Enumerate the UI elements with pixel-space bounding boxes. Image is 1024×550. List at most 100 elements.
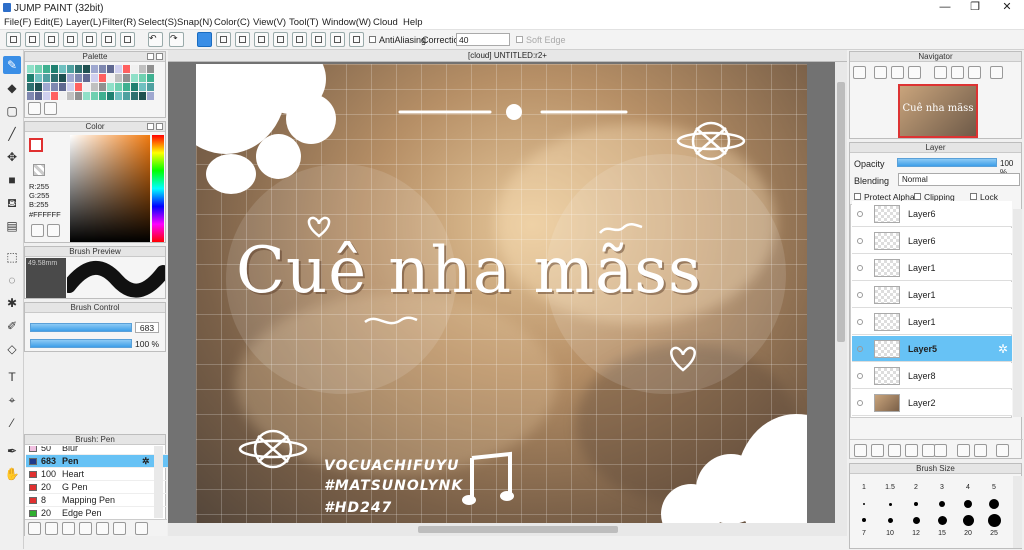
undo-icon[interactable]: ↶: [148, 32, 163, 47]
palette-swatch[interactable]: [99, 65, 106, 73]
palette-swatch[interactable]: [107, 92, 114, 100]
menu-snap[interactable]: Snap(N): [177, 17, 212, 28]
menu-layer[interactable]: Layer(L): [66, 17, 101, 28]
palette-swatch[interactable]: [67, 92, 74, 100]
brush-add-icon[interactable]: [28, 522, 41, 535]
zoom-actual-icon[interactable]: [908, 66, 921, 79]
brush-size-dot[interactable]: [937, 515, 947, 525]
palette-swatch[interactable]: [123, 74, 130, 82]
new-layer-copy-icon[interactable]: [871, 444, 884, 457]
palette-swatch[interactable]: [107, 83, 114, 91]
color-wheel-icon[interactable]: [31, 224, 44, 237]
maximize-button[interactable]: ❐: [960, 1, 990, 15]
layer-row[interactable]: Layer8: [852, 363, 1012, 389]
layer-row[interactable]: Layer6: [852, 201, 1012, 227]
brush-size-dot[interactable]: [887, 517, 893, 523]
antialias-checkbox[interactable]: [369, 36, 376, 43]
palette-swatch[interactable]: [115, 83, 122, 91]
gear-icon[interactable]: ✲: [142, 455, 150, 468]
palette-swatch[interactable]: [27, 83, 34, 91]
flip-icon[interactable]: [990, 66, 1003, 79]
visibility-icon[interactable]: [857, 265, 863, 271]
palette-swatch[interactable]: [83, 83, 90, 91]
foreground-color-swatch[interactable]: [29, 138, 43, 152]
lasso-tool-icon[interactable]: ◌: [3, 271, 21, 289]
operation-tool-icon[interactable]: ⌖: [3, 391, 21, 409]
layer-delete-icon[interactable]: [996, 444, 1009, 457]
panel-close-icon[interactable]: [156, 123, 163, 130]
palette-swatch[interactable]: [59, 83, 66, 91]
layer-duplicate-icon[interactable]: [957, 444, 970, 457]
color-hue-slider[interactable]: [152, 135, 164, 242]
palette-swatch[interactable]: [115, 92, 122, 100]
brush-size-dot[interactable]: [964, 500, 972, 508]
save-icon[interactable]: [82, 32, 97, 47]
layer-mask-icon[interactable]: [905, 444, 918, 457]
palette-swatch[interactable]: [27, 65, 34, 73]
palette-swatch[interactable]: [83, 92, 90, 100]
palette-swatch[interactable]: [131, 65, 138, 73]
brush-grid-icon[interactable]: [45, 522, 58, 535]
palette-swatch[interactable]: [67, 65, 74, 73]
palette-swatch[interactable]: [51, 74, 58, 82]
palette-swatch[interactable]: [147, 65, 154, 73]
panel-close-icon[interactable]: [156, 53, 163, 60]
menu-edit[interactable]: Edit(E): [34, 17, 63, 28]
new-swatch-icon[interactable]: [28, 102, 41, 115]
line-tool-icon[interactable]: ╱: [3, 125, 21, 143]
canvas-vertical-scrollbar[interactable]: [835, 62, 847, 523]
minimize-button[interactable]: —: [930, 1, 960, 15]
rect-tool-icon[interactable]: ▢: [3, 102, 21, 120]
brush-size-dot[interactable]: [962, 514, 974, 526]
layer-opacity-slider[interactable]: [897, 158, 997, 167]
visibility-icon[interactable]: [857, 211, 863, 217]
soft-edge-checkbox[interactable]: [516, 36, 523, 43]
brush-size-dot[interactable]: [862, 518, 866, 522]
scroll-thumb[interactable]: [418, 526, 618, 533]
dropper-tool-icon[interactable]: ⁄: [3, 414, 21, 432]
palette-swatch[interactable]: [139, 92, 146, 100]
palette-swatch[interactable]: [59, 65, 66, 73]
palette-swatch[interactable]: [43, 92, 50, 100]
blending-select[interactable]: Normal: [898, 173, 1020, 186]
zoom-out-icon[interactable]: [853, 66, 866, 79]
palette-swatch[interactable]: [147, 74, 154, 82]
palette-swatch[interactable]: [131, 74, 138, 82]
eraser-tool-icon[interactable]: ◆: [3, 79, 21, 97]
brush-size-dot[interactable]: [989, 499, 999, 509]
palette-swatch[interactable]: [91, 92, 98, 100]
brush-size-dot[interactable]: [914, 502, 918, 506]
palette-swatch[interactable]: [139, 83, 146, 91]
menu-file[interactable]: File(F): [4, 17, 31, 28]
layer-row[interactable]: Layer2: [852, 390, 1012, 416]
brush-list-scrollbar[interactable]: [154, 446, 163, 518]
select-rect-tool-icon[interactable]: ⬚: [3, 248, 21, 266]
palette-swatch[interactable]: [115, 65, 122, 73]
menu-cloud[interactable]: Cloud: [373, 17, 398, 28]
visibility-icon[interactable]: [857, 400, 863, 406]
palette-swatch[interactable]: [67, 74, 74, 82]
brush-size-scrollbar[interactable]: [1013, 476, 1022, 548]
snap-ellipse-icon[interactable]: [330, 32, 345, 47]
snap-off-icon[interactable]: [197, 32, 212, 47]
palette-swatch[interactable]: [147, 83, 154, 91]
palette-swatch[interactable]: [91, 83, 98, 91]
panel-float-icon[interactable]: [147, 53, 154, 60]
palette-swatch[interactable]: [99, 83, 106, 91]
menu-select[interactable]: Select(S): [138, 17, 177, 28]
artwork-canvas[interactable]: Cuê nha mãss VOCUACHIFUYU #MATSUNOLYNK #…: [196, 64, 807, 523]
menu-tool[interactable]: Tool(T): [289, 17, 319, 28]
bucket-tool-icon[interactable]: ⛾: [3, 194, 21, 212]
palette-swatch[interactable]: [51, 65, 58, 73]
palette-swatch[interactable]: [131, 83, 138, 91]
protect-alpha-checkbox[interactable]: [854, 193, 861, 200]
close-button[interactable]: ✕: [992, 1, 1022, 15]
brush-opacity-slider[interactable]: [30, 339, 132, 348]
visibility-icon[interactable]: [857, 319, 863, 325]
grid-icon[interactable]: [120, 32, 135, 47]
new-layer-icon[interactable]: [854, 444, 867, 457]
select-pen-tool-icon[interactable]: ✐: [3, 317, 21, 335]
palette-swatch[interactable]: [67, 83, 74, 91]
menu-help[interactable]: Help: [403, 17, 423, 28]
palette-swatch[interactable]: [43, 74, 50, 82]
